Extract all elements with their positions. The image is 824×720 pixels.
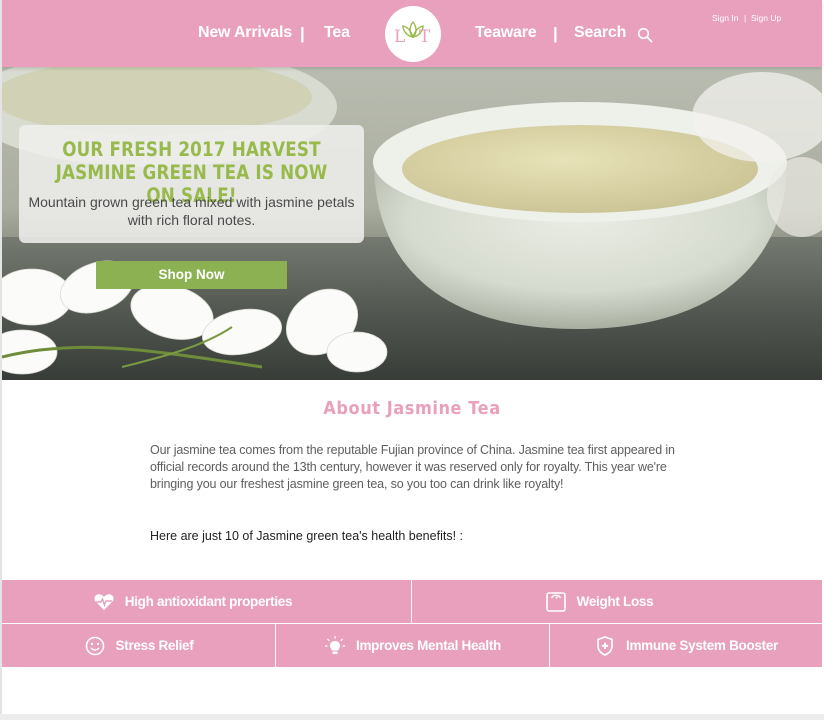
auth-separator: | — [744, 13, 747, 23]
shop-now-button[interactable]: Shop Now — [96, 261, 287, 289]
benefit-label: Weight Loss — [576, 594, 654, 609]
nav-separator: | — [300, 24, 305, 43]
nav-tea[interactable]: Tea — [324, 24, 350, 46]
lotus-logo-icon: L T — [394, 20, 431, 47]
hero-banner: Our fresh 2017 harvest jasmine green tea… — [2, 67, 822, 380]
nav-separator: | — [553, 24, 558, 43]
about-heading: About Jasmine Tea — [323, 398, 501, 419]
site-logo[interactable]: L T — [385, 6, 441, 62]
sign-up-link[interactable]: Sign Up — [751, 13, 781, 23]
window-frame-left — [0, 0, 2, 720]
sign-in-link[interactable]: Sign In — [712, 13, 738, 23]
lightbulb-icon — [325, 635, 346, 654]
benefit-antioxidant[interactable]: High antioxidant properties — [2, 580, 411, 623]
logo-letter-l: L — [394, 27, 405, 47]
promo-subtitle: Mountain grown green tea mixed with jasm… — [28, 194, 355, 228]
search-icon[interactable] — [637, 27, 653, 43]
benefit-mental-health[interactable]: Improves Mental Health — [276, 624, 549, 667]
benefit-weight-loss[interactable]: Weight Loss — [412, 580, 822, 623]
benefit-label: Immune System Booster — [626, 638, 778, 653]
site-header: New Arrivals | Tea L T Teaware | Search … — [2, 0, 822, 67]
nav-new-arrivals[interactable]: New Arrivals — [198, 24, 292, 46]
nav-teaware[interactable]: Teaware — [475, 24, 537, 46]
window-frame-bottom — [0, 714, 824, 720]
benefit-immune-booster[interactable]: Immune System Booster — [550, 624, 822, 667]
benefits-grid: High antioxidant properties Weight Loss … — [2, 580, 822, 667]
benefit-label: Improves Mental Health — [356, 638, 501, 653]
heart-pulse-icon — [94, 593, 114, 610]
promo-card: Our fresh 2017 harvest jasmine green tea… — [19, 125, 364, 243]
scale-icon — [545, 591, 566, 612]
benefits-intro: Here are just 10 of Jasmine green tea's … — [150, 529, 463, 543]
smiley-icon — [85, 636, 104, 655]
about-paragraph: Our jasmine tea comes from the reputable… — [150, 443, 675, 491]
nav-search[interactable]: Search — [574, 24, 626, 46]
benefit-stress-relief[interactable]: Stress Relief — [2, 624, 275, 667]
benefit-label: High antioxidant properties — [124, 594, 293, 609]
shield-plus-icon — [597, 635, 613, 656]
benefit-label: Stress Relief — [115, 638, 194, 653]
logo-letter-t: T — [419, 27, 431, 47]
